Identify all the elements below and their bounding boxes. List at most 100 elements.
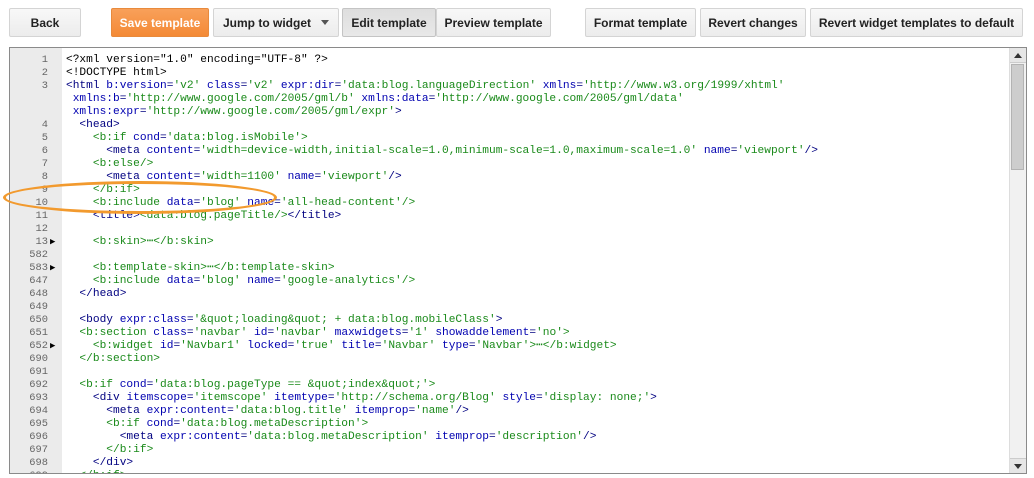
code-token: 'description'	[495, 431, 583, 443]
code-token: xmlns:expr	[66, 106, 140, 118]
code-lines[interactable]: 1 <?xml version="1.0" encoding="UTF-8" ?>…	[10, 54, 1008, 473]
line-number: 582	[29, 249, 48, 261]
scroll-down-icon[interactable]	[1010, 458, 1026, 473]
code-line[interactable]: 692 <b:if cond='data:blog.pageType == &q…	[10, 379, 1008, 392]
code-line[interactable]: 691	[10, 366, 1008, 379]
code-line[interactable]: 582	[10, 249, 1008, 262]
code-token: </div>	[66, 457, 134, 469]
code-line[interactable]: 8 <meta content='width=1100' name='viewp…	[10, 171, 1008, 184]
line-number: 4	[41, 119, 48, 131]
code-text: </b:section>	[66, 353, 160, 366]
code-line[interactable]: 697 </b:if>	[10, 444, 1008, 457]
line-number: 1	[41, 54, 48, 66]
code-line[interactable]: 11 <title><data:blog.pageTitle/></title>	[10, 210, 1008, 223]
line-number: 5	[41, 132, 48, 144]
code-line[interactable]: 693 <div itemscope='itemscope' itemtype=…	[10, 392, 1008, 405]
preview-template-tab[interactable]: Preview template	[436, 8, 551, 37]
code-line[interactable]: xmlns:expr='http://www.google.com/2005/g…	[10, 106, 1008, 119]
code-line[interactable]: 7 <b:else/>	[10, 158, 1008, 171]
code-text: </div>	[66, 457, 133, 470]
code-token: 'http://www.google.com/2005/gml/expr'	[146, 106, 395, 118]
code-line[interactable]: 1 <?xml version="1.0" encoding="UTF-8" ?>	[10, 54, 1008, 67]
code-line[interactable]: 6 <meta content='width=device-width,init…	[10, 145, 1008, 158]
code-token: expr:class	[119, 314, 187, 326]
code-token: >	[428, 379, 436, 391]
code-line[interactable]: 696 <meta expr:content = 'data:blog.metaDe…	[10, 431, 1008, 444]
code-token: cond	[133, 132, 160, 144]
code-token: 'data:blog.metaDescription'	[247, 431, 436, 443]
line-number: 695	[29, 418, 48, 430]
code-text: <b:if cond='data:blog.pageType == &quot;…	[66, 379, 435, 392]
code-line[interactable]: 695 <b:if cond='data:blog.metaDescriptio…	[10, 418, 1008, 431]
code-text: <!DOCTYPE html>	[66, 67, 167, 80]
code-token: >	[394, 106, 402, 118]
jump-to-widget-dropdown[interactable]: Jump to widget	[213, 8, 339, 37]
edit-template-tab[interactable]: Edit template	[342, 8, 436, 37]
revert-changes-button[interactable]: Revert changes	[700, 8, 806, 37]
code-token: 'name'	[415, 405, 456, 417]
code-line[interactable]: 649	[10, 301, 1008, 314]
revert-widget-templates-button[interactable]: Revert widget templates to default	[810, 8, 1023, 37]
code-text: <meta content='width=1100' name='viewpor…	[66, 171, 401, 184]
code-token: </b:section>	[66, 353, 160, 365]
code-token: >	[301, 132, 308, 144]
code-line[interactable]: 651 <b:section class='navbar' id='navbar…	[10, 327, 1008, 340]
code-token: >	[650, 392, 657, 404]
line-number: 651	[29, 327, 48, 339]
fold-arrow-icon[interactable]: ▶	[50, 340, 55, 353]
code-line[interactable]: 647 <b:include data='blog' name='google-…	[10, 275, 1008, 288]
code-token: =	[227, 405, 234, 417]
code-editor[interactable]: 1 <?xml version="1.0" encoding="UTF-8" ?>…	[9, 47, 1027, 474]
scroll-up-icon[interactable]	[1010, 48, 1026, 63]
code-line[interactable]: 583 ▶ <b:template-skin>⋯</b:template-skin…	[10, 262, 1008, 275]
code-token: xmlns:data	[361, 93, 429, 105]
line-number: 2	[41, 67, 48, 79]
code-line[interactable]: 9 </b:if>	[10, 184, 1008, 197]
code-token: />	[401, 275, 416, 287]
code-text: <b:template-skin>⋯</b:template-skin>	[66, 262, 335, 275]
code-line[interactable]: 5 <b:if cond='data:blog.isMobile'>	[10, 132, 1008, 145]
code-line[interactable]: 13 ▶ <b:skin>⋯</b:skin>	[10, 236, 1008, 249]
code-line[interactable]: 699 </b:if>	[10, 470, 1008, 473]
code-line[interactable]: 4 <head>	[10, 119, 1008, 132]
code-token: 'http://www.google.com/2005/gml/b'	[126, 93, 362, 105]
code-line[interactable]: xmlns:b='http://www.google.com/2005/gml/…	[10, 93, 1008, 106]
code-line[interactable]: 2 <!DOCTYPE html>	[10, 67, 1008, 80]
fold-arrow-icon[interactable]: ▶	[50, 262, 55, 275]
code-token: =	[274, 197, 281, 209]
code-token: <meta	[66, 145, 147, 157]
code-token: 'true'	[294, 340, 342, 352]
code-text: <body expr:class='&quot;loading&quot; + …	[66, 314, 502, 327]
code-token: <b:skin>⋯</b:skin>	[66, 236, 214, 248]
code-line[interactable]: 650 <body expr:class='&quot;loading&quot…	[10, 314, 1008, 327]
code-line[interactable]: 652 ▶ <b:widget id = 'Navbar1' locked = 'true…	[10, 340, 1008, 353]
vertical-scrollbar[interactable]	[1009, 48, 1026, 473]
code-token: expr:dir	[280, 80, 335, 92]
code-token: 'data:blog.isMobile'	[166, 132, 301, 144]
code-token: <b:if	[66, 132, 134, 144]
code-line[interactable]: 694 <meta expr:content='data:blog.title'…	[10, 405, 1008, 418]
back-button[interactable]: Back	[9, 8, 81, 37]
scrollbar-thumb[interactable]	[1011, 64, 1024, 170]
code-line[interactable]: 3 <html b:version='v2' class='v2' expr:di…	[10, 80, 1008, 93]
line-number: 649	[29, 301, 48, 313]
fold-arrow-icon[interactable]: ▶	[50, 236, 55, 249]
code-line[interactable]: 690 </b:section>	[10, 353, 1008, 366]
code-line[interactable]: 648 </head>	[10, 288, 1008, 301]
code-line[interactable]: 698 </div>	[10, 457, 1008, 470]
format-template-button[interactable]: Format template	[585, 8, 696, 37]
save-template-button[interactable]: Save template	[111, 8, 209, 37]
code-token: 'Navbar1'	[180, 340, 248, 352]
code-line[interactable]: 12	[10, 223, 1008, 236]
line-number: 13	[35, 236, 48, 248]
code-text: <b:include data='blog' name='all-head-co…	[66, 197, 415, 210]
code-text: <meta expr:content = 'data:blog.metaDescri…	[66, 431, 597, 444]
code-token: 'data:blog.metaDescription'	[180, 418, 362, 430]
code-line[interactable]: 10 <b:include data='blog' name='all-head…	[10, 197, 1008, 210]
code-token: <b:else/>	[66, 158, 154, 170]
code-token: content	[146, 171, 194, 183]
code-text: <meta content='width=device-width,initia…	[66, 145, 818, 158]
code-text: </b:if>	[66, 444, 153, 457]
code-token: =	[274, 275, 281, 287]
code-token: =	[327, 392, 335, 404]
